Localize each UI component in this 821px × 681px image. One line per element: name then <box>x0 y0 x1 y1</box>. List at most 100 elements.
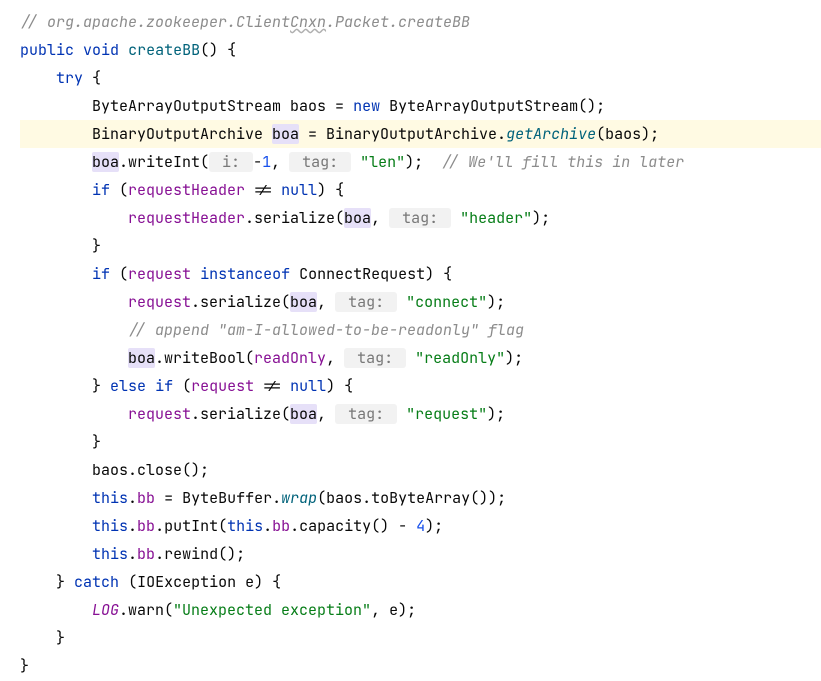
call: .putInt( <box>155 516 227 536</box>
kw-try: try <box>56 68 83 88</box>
type: BinaryOutputArchive <box>92 124 272 144</box>
call: .serialize( <box>191 404 290 424</box>
dot: . <box>263 516 272 536</box>
field-bb: bb <box>272 516 290 536</box>
brace: { <box>83 68 101 88</box>
field-requestHeader: requestHeader <box>128 208 245 228</box>
kw-if: if <box>155 376 173 396</box>
field-request: request <box>191 376 254 396</box>
paren: ( <box>110 180 128 200</box>
num-4: 4 <box>416 516 425 536</box>
dot: . <box>128 516 137 536</box>
field-request: request <box>128 404 191 424</box>
comma: , <box>326 348 344 368</box>
call: .serialize( <box>245 208 344 228</box>
args: (baos.toByteArray()); <box>317 488 506 508</box>
brace: } <box>56 572 65 592</box>
call: .writeBool( <box>155 348 254 368</box>
kw-null: null <box>290 376 326 396</box>
var-boa: boa <box>272 124 299 144</box>
comma: , <box>271 152 289 172</box>
kw-else: else <box>110 376 146 396</box>
field-request: request <box>128 264 191 284</box>
brace: ) { <box>317 180 344 200</box>
field-request: request <box>128 292 191 312</box>
num-1: 1 <box>262 152 271 172</box>
kw-if: if <box>92 264 110 284</box>
var-boa: boa <box>128 348 155 368</box>
catch-sig: (IOException e) { <box>119 572 281 592</box>
inlay-hint-tag: tag: <box>344 348 406 368</box>
type: ByteArrayOutputStream <box>92 96 290 116</box>
stmt: baos.close(); <box>92 460 209 480</box>
method-wrap: wrap <box>281 488 317 508</box>
call: .writeInt( <box>119 152 209 172</box>
comma: , <box>317 404 335 424</box>
method-getArchive: getArchive <box>506 124 596 144</box>
dot: . <box>128 544 137 564</box>
field-readOnly: readOnly <box>254 348 326 368</box>
assign: = ByteBuffer. <box>155 488 281 508</box>
str-connect: "connect" <box>406 292 487 312</box>
kw-if: if <box>92 180 110 200</box>
brace: } <box>92 376 101 396</box>
close: ); <box>532 208 550 228</box>
inlay-hint-tag: tag: <box>335 404 397 424</box>
tail: , e); <box>371 600 416 620</box>
args: (baos); <box>596 124 659 144</box>
inlay-hint-tag: tag: <box>389 208 451 228</box>
call: .capacity() - <box>290 516 416 536</box>
str-len: "len" <box>360 152 405 172</box>
inlay-hint-tag: tag: <box>335 292 397 312</box>
var-baos: baos <box>290 96 326 116</box>
eq: = BinaryOutputArchive. <box>299 124 506 144</box>
str-readOnly: "readOnly" <box>415 348 505 368</box>
brace: } <box>92 432 101 452</box>
kw-this: this <box>227 516 263 536</box>
kw-this: this <box>92 544 128 564</box>
close: ); <box>425 516 443 536</box>
close: ); <box>487 292 505 312</box>
method-name: createBB <box>128 40 200 60</box>
type: ConnectRequest) { <box>290 264 452 284</box>
close: ); <box>505 348 523 368</box>
neq: != <box>254 376 290 396</box>
comma: , <box>317 292 335 312</box>
call: .warn( <box>119 600 173 620</box>
comment-fill: // We'll fill this in later <box>441 152 684 172</box>
ctor: ByteArrayOutputStream(); <box>380 96 605 116</box>
brace: } <box>56 628 65 648</box>
kw-void: void <box>83 40 119 60</box>
neq: != <box>245 180 281 200</box>
comment-append: // append "am-I-allowed-to-be-readonly" … <box>128 320 524 340</box>
kw-new: new <box>353 96 380 116</box>
var-boa: boa <box>344 208 371 228</box>
brace: } <box>92 236 101 256</box>
brace: } <box>20 656 29 676</box>
comma: , <box>371 208 389 228</box>
comment-typo: Cnxn <box>290 12 326 32</box>
inlay-hint-i: i: <box>209 152 253 172</box>
field-bb: bb <box>137 544 155 564</box>
brace: ) { <box>326 376 353 396</box>
str-request: "request" <box>406 404 487 424</box>
kw-public: public <box>20 40 74 60</box>
kw-instanceof: instanceof <box>200 264 290 284</box>
field-LOG: LOG <box>92 600 119 620</box>
kw-this: this <box>92 488 128 508</box>
paren: ( <box>110 264 128 284</box>
comment-line: .Packet.createBB <box>326 12 470 32</box>
dot: . <box>128 488 137 508</box>
code-block: // org.apache.zookeeper.ClientCnxn.Packe… <box>0 8 821 680</box>
kw-catch: catch <box>74 572 119 592</box>
field-bb: bb <box>137 488 155 508</box>
kw-this: this <box>92 516 128 536</box>
field-bb: bb <box>137 516 155 536</box>
call: .rewind(); <box>155 544 245 564</box>
inlay-hint-tag: tag: <box>289 152 351 172</box>
sig-paren: () { <box>200 40 236 60</box>
var-boa: boa <box>290 404 317 424</box>
close: ); <box>487 404 505 424</box>
str-unexpected: "Unexpected exception" <box>173 600 371 620</box>
close: ); <box>405 152 423 172</box>
